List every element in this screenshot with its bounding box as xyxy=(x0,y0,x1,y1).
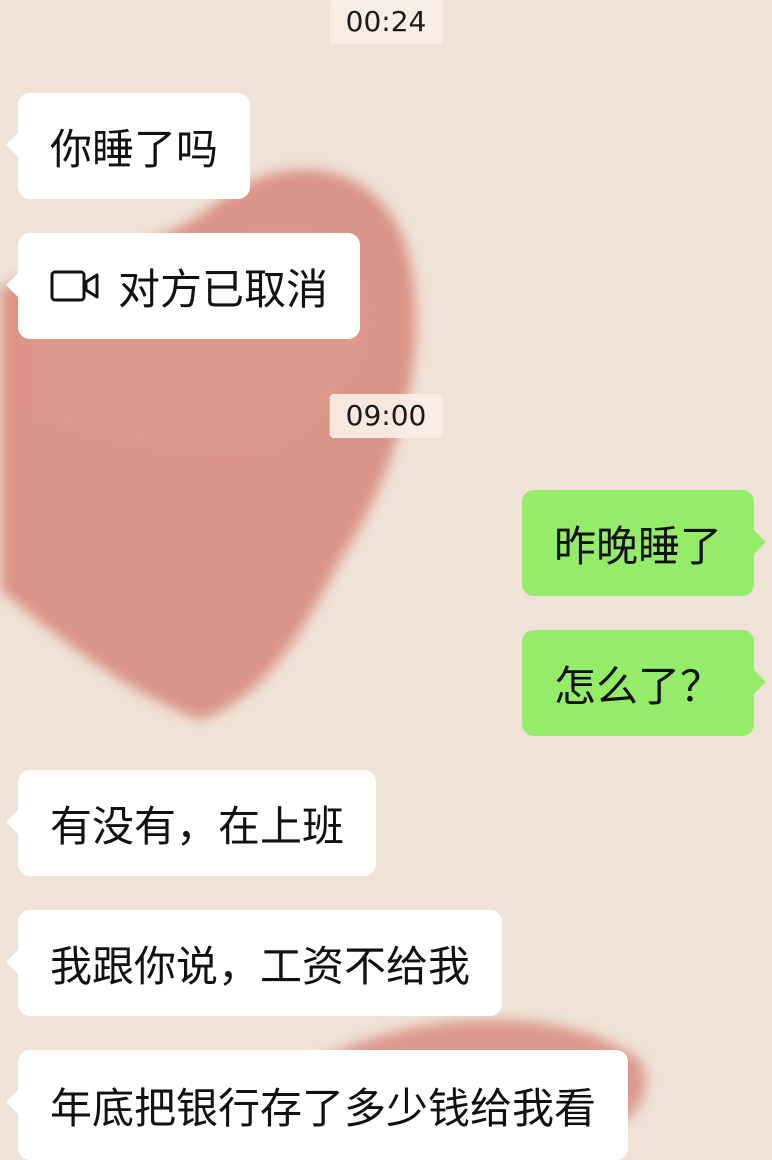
video-call-icon xyxy=(50,270,99,302)
message-text: 怎么了？ xyxy=(553,661,722,711)
message-bubble-sent[interactable]: 怎么了？ xyxy=(521,630,767,736)
message-bubble-sent[interactable]: 昨晚睡了 xyxy=(521,490,767,596)
message-text: 你睡了吗 xyxy=(50,124,219,174)
message-bubble-received[interactable]: 有没有，在上班 xyxy=(5,770,377,876)
timestamp: 00:24 xyxy=(329,0,443,44)
message-text: 有没有，在上班 xyxy=(50,801,345,851)
message-bubble-received[interactable]: 年底把银行存了多少钱给我看 xyxy=(5,1050,629,1160)
message-text: 对方已取消 xyxy=(118,264,329,314)
message-text: 昨晚睡了 xyxy=(553,521,722,571)
message-bubble-received[interactable]: 我跟你说，工资不给我 xyxy=(5,910,503,1016)
message-text: 我跟你说，工资不给我 xyxy=(50,941,471,991)
message-text: 年底把银行存了多少钱给我看 xyxy=(50,1083,597,1133)
call-record-bubble[interactable]: 对方已取消 xyxy=(5,233,361,339)
message-bubble-received[interactable]: 你睡了吗 xyxy=(5,93,251,199)
timestamp: 09:00 xyxy=(329,394,443,438)
